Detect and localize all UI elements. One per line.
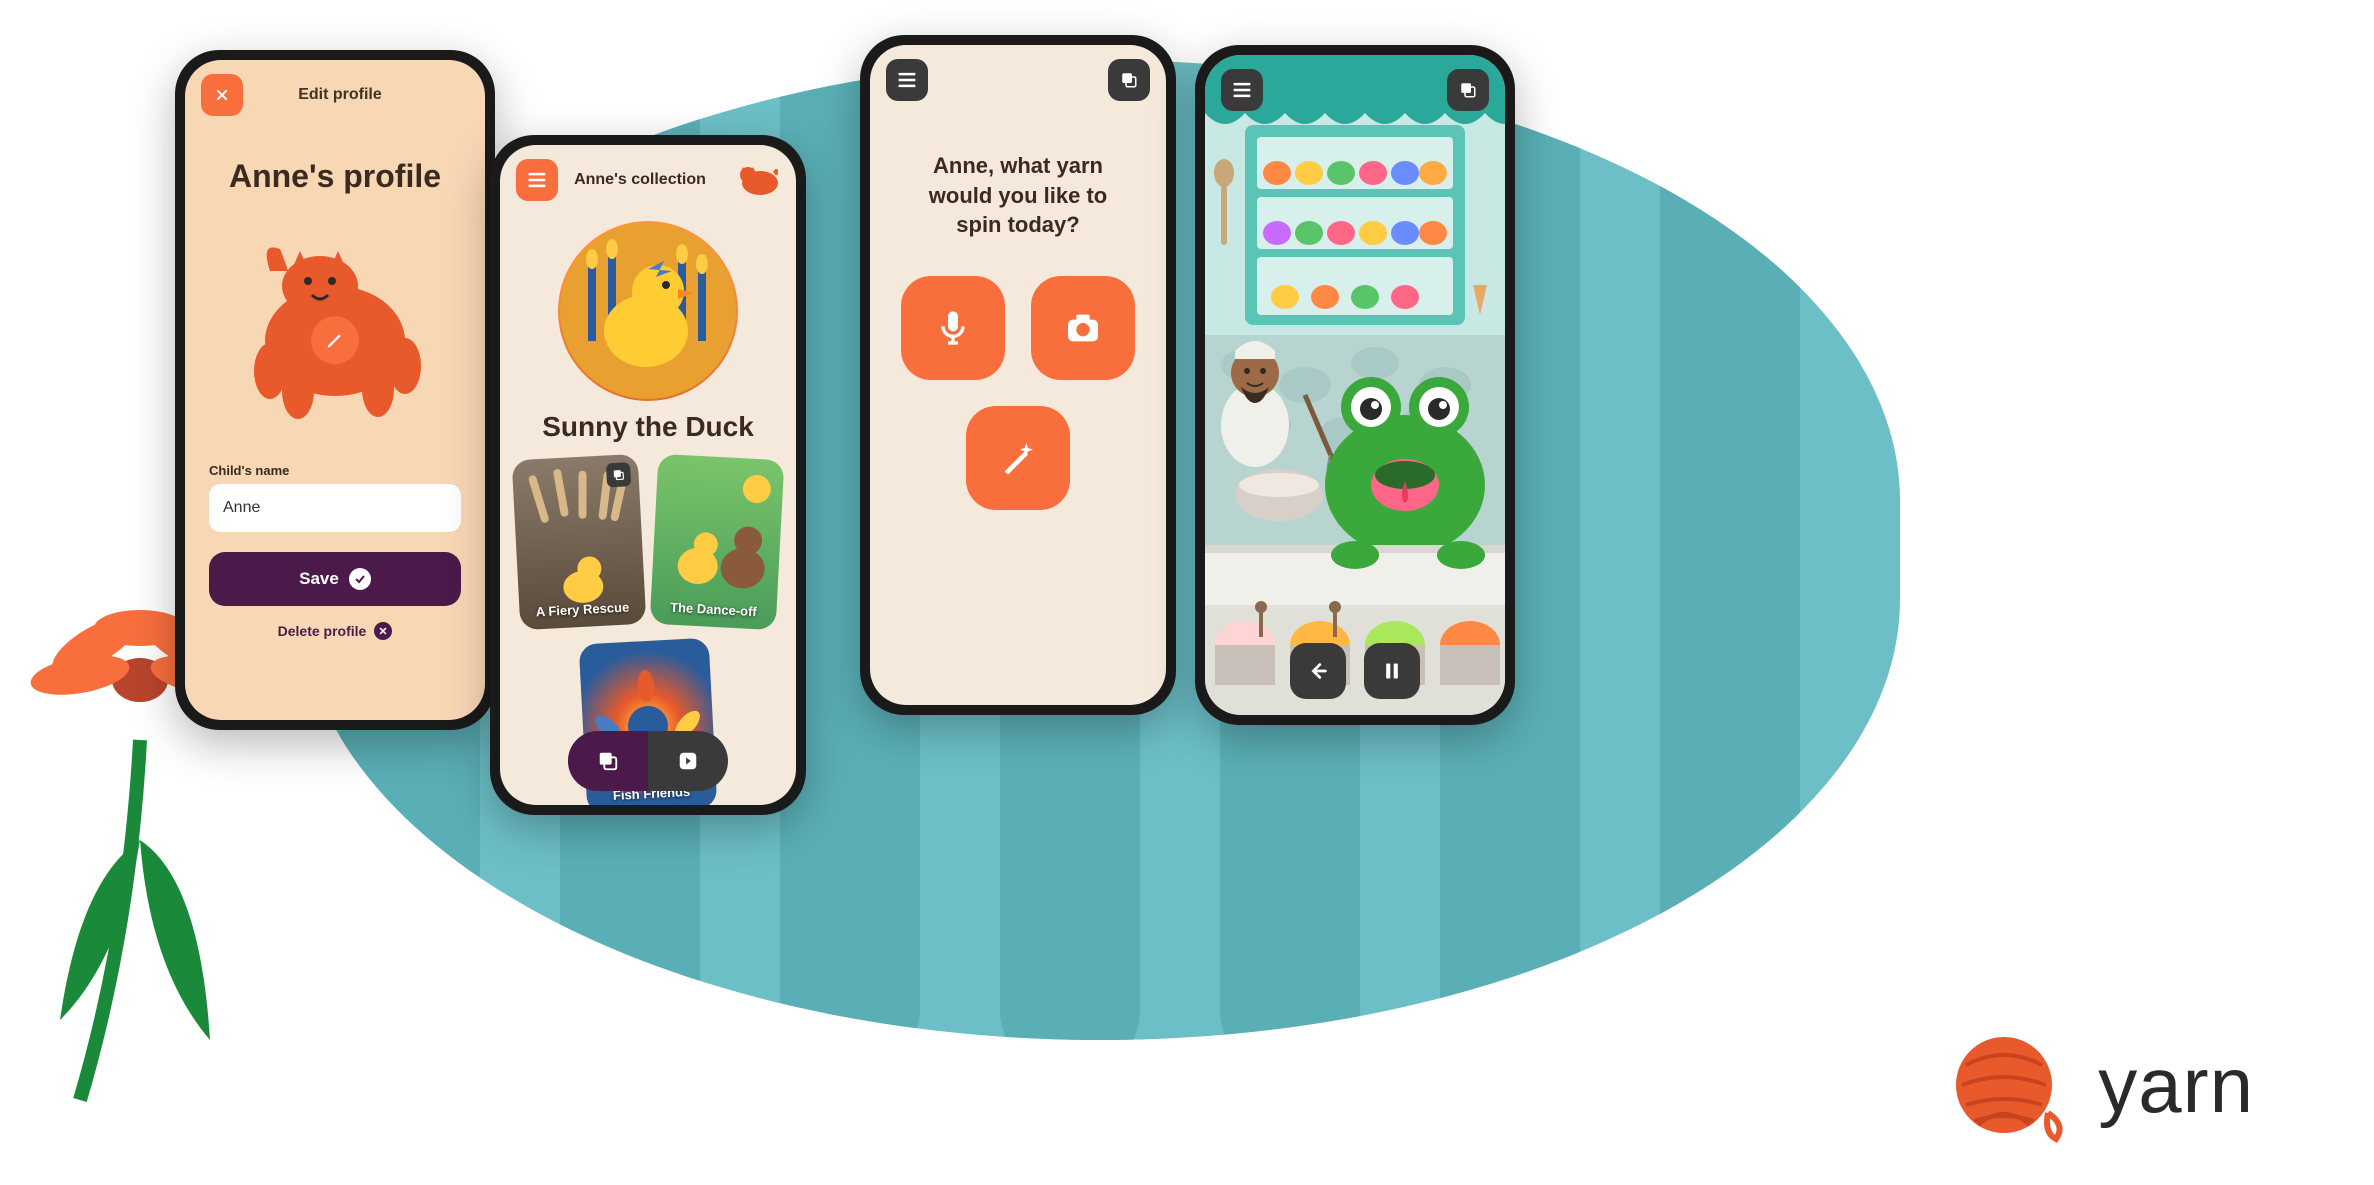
back-button[interactable] <box>1290 643 1346 699</box>
profile-cat-icon[interactable] <box>734 161 780 199</box>
story-card[interactable]: The Dance-off <box>650 454 785 630</box>
child-name-input[interactable] <box>209 484 461 532</box>
yarn-ball-icon <box>1948 1025 2068 1145</box>
phone-profile: Edit profile Anne's profile <box>175 50 495 730</box>
story-illustration <box>1205 55 1505 715</box>
save-button[interactable]: Save <box>209 552 461 606</box>
hamburger-icon <box>527 172 547 188</box>
phone-prompt: Anne, what yarn would you like to spin t… <box>860 35 1176 715</box>
header-title: Edit profile <box>211 86 469 104</box>
brand-name: yarn <box>2098 1040 2254 1131</box>
magic-wand-icon <box>998 438 1038 478</box>
menu-button[interactable] <box>1221 69 1263 111</box>
check-icon <box>349 568 371 590</box>
character-name: Sunny the Duck <box>500 411 796 443</box>
nav-continue-button[interactable] <box>648 731 728 791</box>
pause-icon <box>1382 660 1402 682</box>
name-label: Child's name <box>209 463 461 478</box>
phone-collection: Anne's collection <box>490 135 806 815</box>
menu-button[interactable] <box>886 59 928 101</box>
camera-input-button[interactable] <box>1031 276 1135 380</box>
brand-logo: yarn <box>1948 1025 2254 1145</box>
layers-icon <box>606 462 631 487</box>
menu-button[interactable] <box>516 159 558 201</box>
hamburger-icon <box>1232 82 1252 98</box>
story-card[interactable]: A Fiery Rescue <box>512 454 647 630</box>
magic-input-button[interactable] <box>966 406 1070 510</box>
phone-story-player <box>1195 45 1515 725</box>
library-button[interactable] <box>1447 69 1489 111</box>
arrow-left-icon <box>1307 660 1329 682</box>
delete-profile-button[interactable]: Delete profile <box>209 622 461 640</box>
camera-icon <box>1063 308 1103 348</box>
prompt-heading: Anne, what yarn would you like to spin t… <box>870 115 1166 240</box>
bottom-nav <box>568 731 728 791</box>
voice-input-button[interactable] <box>901 276 1005 380</box>
hamburger-icon <box>897 72 917 88</box>
close-circle-icon <box>374 622 392 640</box>
pause-button[interactable] <box>1364 643 1420 699</box>
layers-icon <box>1459 81 1477 99</box>
layers-icon <box>597 750 619 772</box>
edit-avatar-button[interactable] <box>311 316 359 364</box>
character-hero-image[interactable] <box>558 221 738 401</box>
nav-library-button[interactable] <box>568 731 648 791</box>
microphone-icon <box>933 308 973 348</box>
profile-heading: Anne's profile <box>185 158 485 195</box>
library-button[interactable] <box>1108 59 1150 101</box>
pencil-icon <box>325 330 345 350</box>
forward-icon <box>677 750 699 772</box>
save-label: Save <box>299 569 339 589</box>
collection-title: Anne's collection <box>556 171 724 189</box>
layers-icon <box>1120 71 1138 89</box>
